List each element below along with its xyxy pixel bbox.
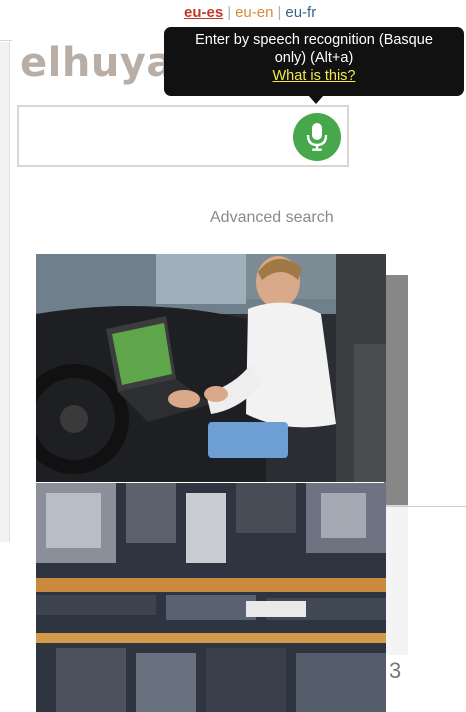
car-photo-image (36, 254, 386, 482)
photo-aerial-city-buildings[interactable] (36, 483, 386, 712)
search-input[interactable] (25, 115, 285, 157)
lang-link-eu-es[interactable]: eu-es (184, 4, 223, 21)
city-photo-image (36, 483, 386, 712)
voice-search-button[interactable] (293, 113, 341, 161)
tooltip-line-2: only) (Alt+a) (274, 50, 354, 66)
photo-man-with-laptop-in-car[interactable] (36, 254, 386, 482)
advanced-search-link[interactable]: Advanced search (210, 209, 334, 227)
carousel-side-panel-lower (384, 505, 408, 655)
tooltip-arrow (308, 95, 324, 104)
left-side-panel (0, 42, 10, 542)
lang-separator: | (227, 4, 232, 21)
microphone-icon (306, 123, 328, 151)
speech-recognition-tooltip: Enter by speech recognition (Basque only… (164, 27, 464, 96)
tooltip-line-1: Enter by speech recognition (Basque (195, 32, 433, 48)
language-switcher: eu-es | eu-en | eu-fr (184, 4, 316, 21)
lang-separator: | (277, 4, 282, 21)
search-box (17, 105, 349, 167)
lang-link-eu-en[interactable]: eu-en (235, 4, 273, 21)
top-divider (0, 40, 12, 41)
tooltip-what-is-this-link[interactable]: What is this? (273, 68, 356, 84)
carousel-side-panel (384, 275, 408, 505)
carousel-divider (384, 506, 466, 507)
lang-link-eu-fr[interactable]: eu-fr (285, 4, 316, 21)
carousel-page-number: 3 (389, 658, 402, 683)
